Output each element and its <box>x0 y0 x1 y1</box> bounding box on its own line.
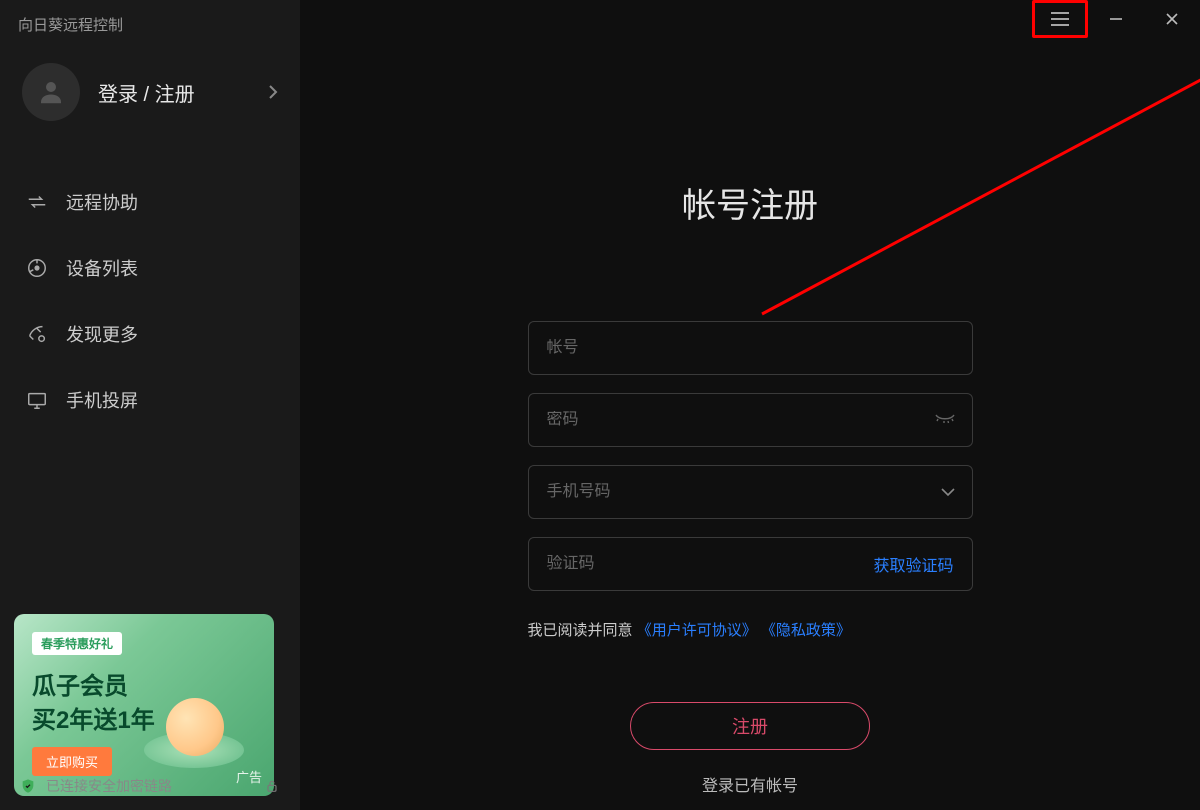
sidebar-item-device-list[interactable]: 设备列表 <box>0 235 300 301</box>
sidebar-nav: 远程协助 设备列表 发现更多 手机投屏 <box>0 169 300 433</box>
close-icon <box>1164 11 1180 27</box>
agreement-row: 我已阅读并同意 《用户许可协议》 《隐私政策》 <box>528 619 973 640</box>
ad-decor-peach <box>166 698 224 756</box>
account-input[interactable] <box>547 339 954 357</box>
sidebar-item-label: 远程协助 <box>66 189 138 215</box>
ad-badge: 春季特惠好礼 <box>32 632 122 655</box>
cast-icon <box>26 389 48 411</box>
sidebar-item-phone-cast[interactable]: 手机投屏 <box>0 367 300 433</box>
sidebar-item-remote-assist[interactable]: 远程协助 <box>0 169 300 235</box>
profile-label: 登录 / 注册 <box>98 78 268 107</box>
sidebar: 向日葵远程控制 登录 / 注册 远程协助 设备列表 <box>0 0 300 810</box>
login-existing-link[interactable]: 登录已有帐号 <box>702 772 798 796</box>
chevron-right-icon <box>268 84 278 100</box>
ad-line2: 买2年送1年 <box>32 700 155 735</box>
radar-icon <box>26 257 48 279</box>
password-field-wrap <box>528 393 973 447</box>
sidebar-item-discover-more[interactable]: 发现更多 <box>0 301 300 367</box>
satellite-icon <box>26 323 48 345</box>
app-title: 向日葵远程控制 <box>0 0 300 49</box>
annotation-arrow <box>758 22 1200 322</box>
register-button[interactable]: 注册 <box>630 702 870 750</box>
page-title: 帐号注册 <box>682 178 818 227</box>
status-bar: 已连接安全加密链路 <box>0 762 300 810</box>
phone-input[interactable] <box>547 483 954 501</box>
close-button[interactable] <box>1144 0 1200 38</box>
main-panel: 帐号注册 获取验证码 我已阅读并同意 <box>300 0 1200 810</box>
user-agreement-link[interactable]: 《用户许可协议》 <box>637 622 757 639</box>
user-icon <box>36 77 66 107</box>
status-text: 已连接安全加密链路 <box>46 776 172 796</box>
lock-icon[interactable] <box>264 778 280 794</box>
phone-field-wrap <box>528 465 973 519</box>
password-input[interactable] <box>547 411 954 429</box>
hamburger-icon <box>1049 11 1071 27</box>
sidebar-item-label: 手机投屏 <box>66 387 138 413</box>
swap-icon <box>26 191 48 213</box>
ad-line1: 瓜子会员 <box>32 666 128 701</box>
eye-icon[interactable] <box>934 413 956 427</box>
chevron-down-icon[interactable] <box>940 487 956 497</box>
sidebar-item-label: 设备列表 <box>66 255 138 281</box>
avatar <box>22 63 80 121</box>
agreement-prefix: 我已阅读并同意 <box>528 622 633 639</box>
minimize-button[interactable] <box>1088 0 1144 38</box>
privacy-policy-link[interactable]: 《隐私政策》 <box>761 622 851 639</box>
register-form: 获取验证码 我已阅读并同意 《用户许可协议》 《隐私政策》 <box>528 321 973 640</box>
shield-icon <box>20 778 36 794</box>
get-code-link[interactable]: 获取验证码 <box>873 552 953 576</box>
minimize-icon <box>1108 11 1124 27</box>
code-field-wrap: 获取验证码 <box>528 537 973 591</box>
window-controls <box>1032 0 1200 38</box>
profile-row[interactable]: 登录 / 注册 <box>0 49 300 139</box>
sidebar-item-label: 发现更多 <box>66 321 138 347</box>
account-field-wrap <box>528 321 973 375</box>
menu-button[interactable] <box>1032 0 1088 38</box>
